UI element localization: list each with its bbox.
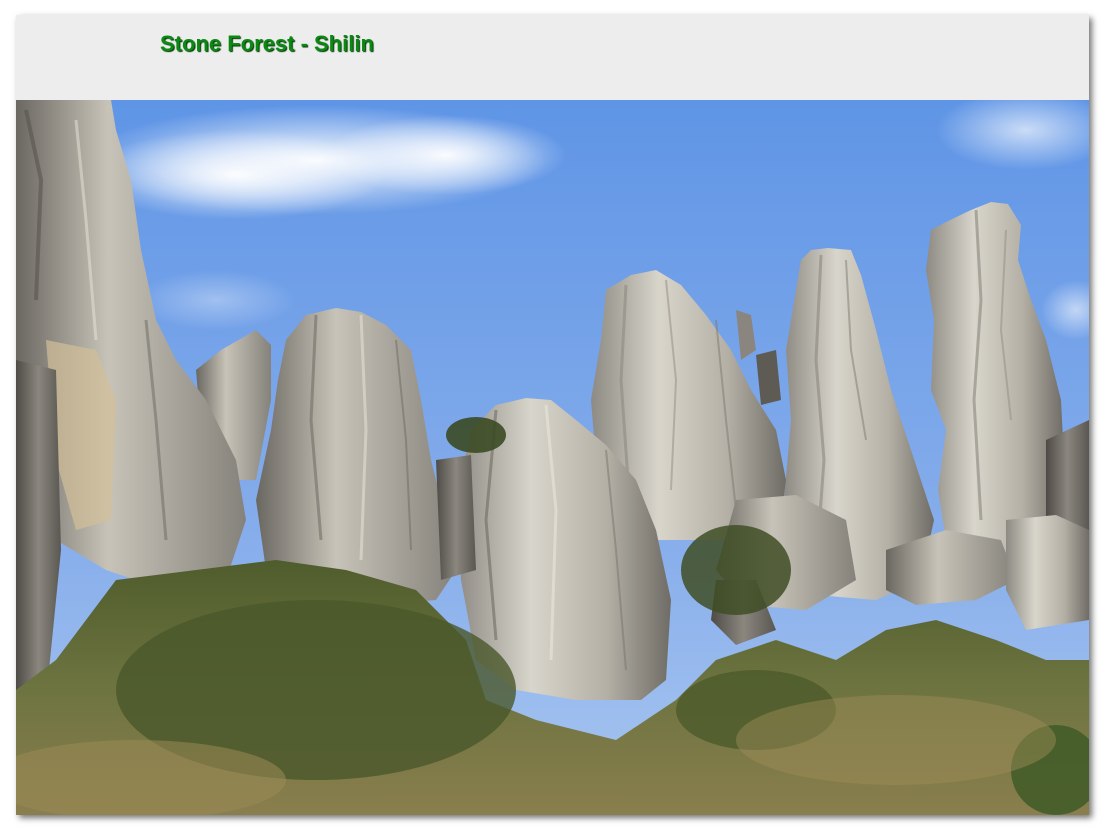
- title-bar: Stone Forest - Shilin: [16, 15, 1089, 100]
- stone-forest-photo: [16, 100, 1089, 815]
- landscape-illustration: [16, 100, 1089, 815]
- slide-frame: Stone Forest - Shilin: [16, 15, 1089, 815]
- page-title: Stone Forest - Shilin: [160, 31, 374, 56]
